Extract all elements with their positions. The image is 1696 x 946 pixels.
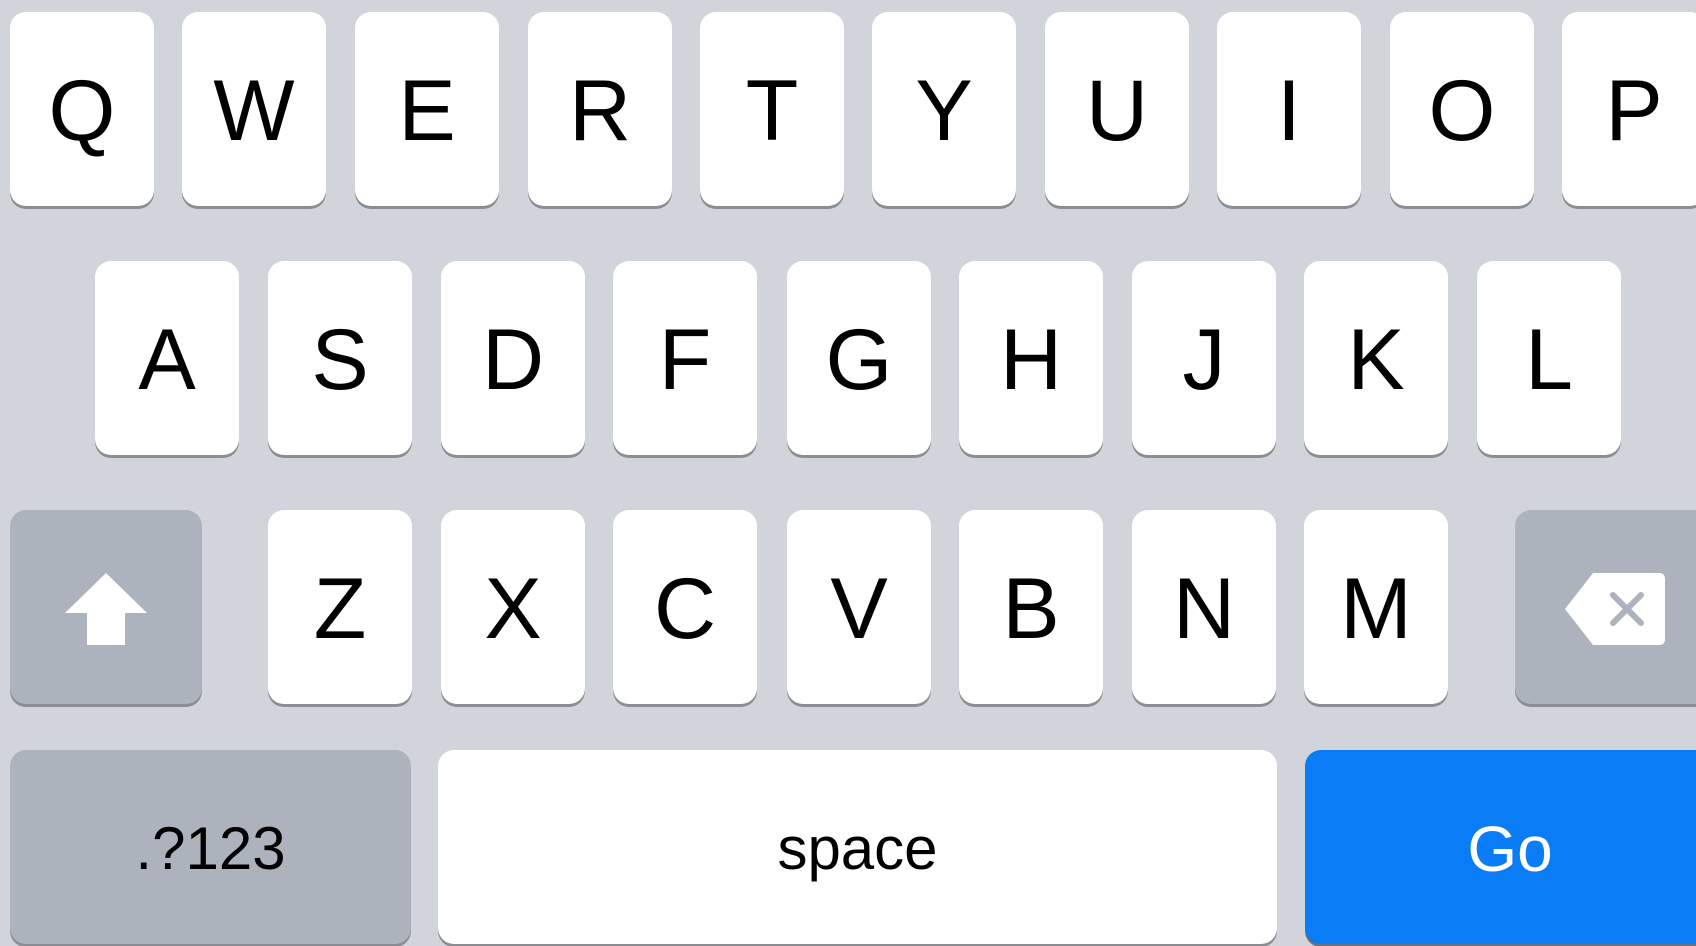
key-p[interactable]: P [1562, 12, 1696, 206]
key-o[interactable]: O [1390, 12, 1534, 206]
key-q[interactable]: Q [10, 12, 154, 206]
key-y[interactable]: Y [872, 12, 1016, 206]
key-h[interactable]: H [959, 261, 1103, 455]
key-a[interactable]: A [95, 261, 239, 455]
key-m[interactable]: M [1304, 510, 1448, 704]
key-t[interactable]: T [700, 12, 844, 206]
key-u[interactable]: U [1045, 12, 1189, 206]
shift-key[interactable] [10, 510, 202, 704]
key-j[interactable]: J [1132, 261, 1276, 455]
key-k[interactable]: K [1304, 261, 1448, 455]
key-d[interactable]: D [441, 261, 585, 455]
key-e[interactable]: E [355, 12, 499, 206]
key-x[interactable]: X [441, 510, 585, 704]
key-v[interactable]: V [787, 510, 931, 704]
key-w[interactable]: W [182, 12, 326, 206]
key-f[interactable]: F [613, 261, 757, 455]
key-z[interactable]: Z [268, 510, 412, 704]
key-i[interactable]: I [1217, 12, 1361, 206]
key-l[interactable]: L [1477, 261, 1621, 455]
delete-backspace-icon [1563, 571, 1667, 647]
key-c[interactable]: C [613, 510, 757, 704]
key-g[interactable]: G [787, 261, 931, 455]
key-n[interactable]: N [1132, 510, 1276, 704]
delete-key[interactable] [1515, 510, 1696, 704]
key-b[interactable]: B [959, 510, 1103, 704]
on-screen-keyboard: Q W E R T Y U I O P A S D F G H J K L Z … [0, 0, 1696, 946]
key-r[interactable]: R [528, 12, 672, 206]
key-s[interactable]: S [268, 261, 412, 455]
space-bar[interactable]: space [438, 750, 1277, 944]
go-button[interactable]: Go [1305, 750, 1696, 944]
shift-arrow-icon [63, 571, 149, 647]
numbers-key[interactable]: .?123 [10, 750, 411, 944]
